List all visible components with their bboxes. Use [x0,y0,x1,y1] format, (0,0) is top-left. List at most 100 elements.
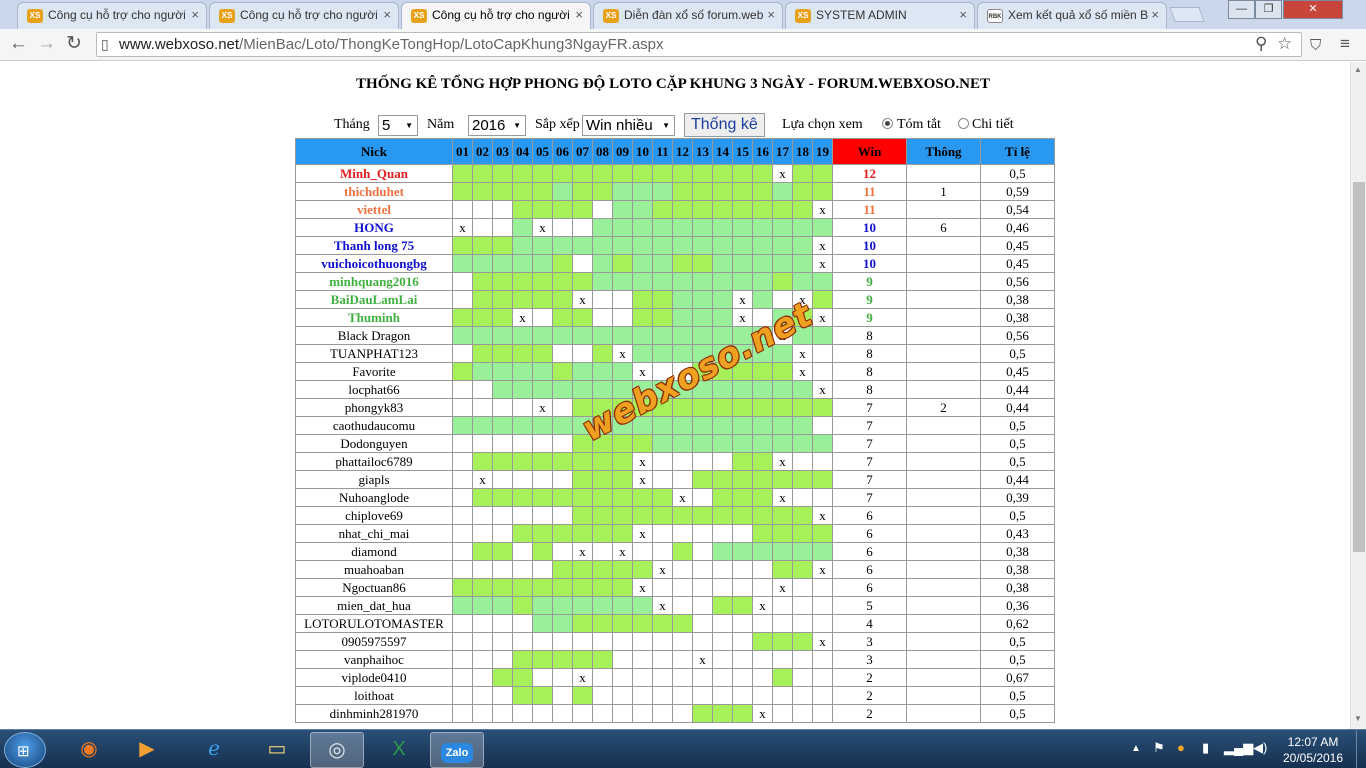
summary-radio-label[interactable]: Tóm tắt [897,117,941,133]
vertical-scrollbar[interactable]: ▲ ▼ [1350,62,1366,729]
nick-cell[interactable]: Favorite [295,362,453,381]
nick-cell[interactable]: Thanh long 75 [295,236,453,255]
taskbar-app-button[interactable]: X [372,732,426,768]
day-cell [632,290,653,309]
nick-cell[interactable]: diamond [295,542,453,561]
nick-cell[interactable]: minhquang2016 [295,272,453,291]
forward-icon[interactable]: → [37,33,56,55]
day-cell [772,272,793,291]
nick-cell[interactable]: caothudaucomu [295,416,453,435]
browser-tab[interactable]: XS Diễn đàn xổ số forum.web × [593,2,783,29]
start-button[interactable]: ⊞ [4,732,46,768]
day-cell [472,434,493,453]
tab-close-icon[interactable]: × [191,3,199,27]
tab-close-icon[interactable]: × [575,3,583,27]
day-column-header: 03 [492,138,513,165]
nick-cell[interactable]: Minh_Quan [295,164,453,183]
tab-close-icon[interactable]: × [767,3,775,27]
nick-cell[interactable]: 0905975597 [295,632,453,651]
nick-cell[interactable]: Thuminh [295,308,453,327]
nick-cell[interactable]: Nuhoanglode [295,488,453,507]
day-cell [572,362,593,381]
nick-cell[interactable]: Dodonguyen [295,434,453,453]
maximize-button[interactable]: ❐ [1255,0,1282,19]
detail-radio-label[interactable]: Chi tiết [972,117,1014,133]
nick-cell[interactable]: Ngoctuan86 [295,578,453,597]
nick-cell[interactable]: dinhminh281970 [295,704,453,723]
browser-tab[interactable]: XS Công cụ hỗ trợ cho người × [17,2,207,29]
battery-icon[interactable]: ▮ [1202,740,1209,756]
nick-cell[interactable]: TUANPHAT123 [295,344,453,363]
nick-cell[interactable]: HONG [295,218,453,237]
network-icon[interactable]: ▂▄▆ [1224,740,1253,756]
nick-cell[interactable]: LOTORULOTOMASTER [295,614,453,633]
nick-cell[interactable]: giapls [295,470,453,489]
thong-cell [906,704,981,723]
star-icon[interactable]: ☆ [1277,34,1292,54]
nick-cell[interactable]: nhat_chi_mai [295,524,453,543]
detail-radio[interactable] [958,118,969,129]
scroll-down-icon[interactable]: ▼ [1354,714,1362,723]
reload-icon[interactable]: ↻ [66,33,82,55]
taskbar-app-button[interactable]: ◎ [310,732,364,768]
tray-app-icon[interactable]: ● [1177,740,1185,755]
taskbar-app-button[interactable]: ◉ [62,732,116,768]
month-select[interactable]: 5 ▼ [378,115,418,136]
zoom-icon[interactable]: ⚲ [1255,34,1267,54]
url-text[interactable]: www.webxoso.net/MienBac/Loto/ThongKeTong… [119,36,664,53]
volume-icon[interactable]: ◀) [1253,740,1267,756]
day-cell: x [572,542,593,561]
nick-cell[interactable]: locphat66 [295,380,453,399]
nick-cell[interactable]: muahoaban [295,560,453,579]
shield-icon[interactable]: ⛉ [1310,35,1321,57]
day-cell [492,290,513,309]
nick-cell[interactable]: vuichoicothuongbg [295,254,453,273]
summary-radio[interactable] [882,118,893,129]
scroll-up-icon[interactable]: ▲ [1354,65,1362,74]
nick-cell[interactable]: BaiDauLamLai [295,290,453,309]
nick-cell[interactable]: phongyk83 [295,398,453,417]
nick-cell[interactable]: phattailoc6789 [295,452,453,471]
minimize-button[interactable]: — [1228,0,1255,19]
browser-tab[interactable]: XS Công cụ hỗ trợ cho người × [209,2,399,29]
scrollbar-thumb[interactable] [1353,182,1365,552]
back-icon[interactable]: ← [9,33,28,55]
nick-cell[interactable]: mien_dat_hua [295,596,453,615]
day-cell [492,434,513,453]
nick-cell[interactable]: thichduhet [295,182,453,201]
win-cell: 6 [832,578,907,597]
nick-cell[interactable]: chiplove69 [295,506,453,525]
day-cell [612,272,633,291]
browser-tab[interactable]: RBK Xem kết quả xổ số miền B × [977,2,1167,29]
sort-select[interactable]: Win nhiều ▼ [582,115,675,136]
taskbar-app-button[interactable]: ▭ [250,732,304,768]
show-desktop-button[interactable] [1356,730,1366,768]
year-select[interactable]: 2016 ▼ [468,115,526,136]
taskbar-app-button[interactable]: ▶ [120,732,174,768]
close-window-button[interactable]: ✕ [1283,0,1343,19]
day-cell [792,488,813,507]
tab-close-icon[interactable]: × [959,3,967,27]
tab-close-icon[interactable]: × [383,3,391,27]
nick-cell[interactable]: vanphaihoc [295,650,453,669]
address-bar[interactable]: ▯ www.webxoso.net/MienBac/Loto/ThongKeTo… [96,32,1302,57]
nick-cell[interactable]: Black Dragon [295,326,453,345]
day-cell [472,650,493,669]
tray-expand-icon[interactable]: ▲ [1131,743,1141,754]
day-cell [812,416,833,435]
browser-tab[interactable]: XS Công cụ hỗ trợ cho người × [401,2,591,29]
nick-cell[interactable]: viettel [295,200,453,219]
new-tab-button[interactable] [1169,7,1205,22]
day-cell [672,164,693,183]
taskbar-app-button[interactable]: ℯ [187,732,241,768]
menu-icon[interactable]: ≡ [1340,33,1350,55]
action-center-icon[interactable]: ⚑ [1153,740,1165,756]
browser-tab[interactable]: XS SYSTEM ADMIN × [785,2,975,29]
nick-cell[interactable]: loithoat [295,686,453,705]
tab-close-icon[interactable]: × [1151,3,1159,27]
statistics-button[interactable]: Thống kê [684,113,765,137]
taskbar-app-button[interactable]: Zalo [430,732,484,768]
system-clock[interactable]: 12:07 AM 20/05/2016 [1278,734,1348,766]
day-cell [732,434,753,453]
nick-cell[interactable]: viplode0410 [295,668,453,687]
